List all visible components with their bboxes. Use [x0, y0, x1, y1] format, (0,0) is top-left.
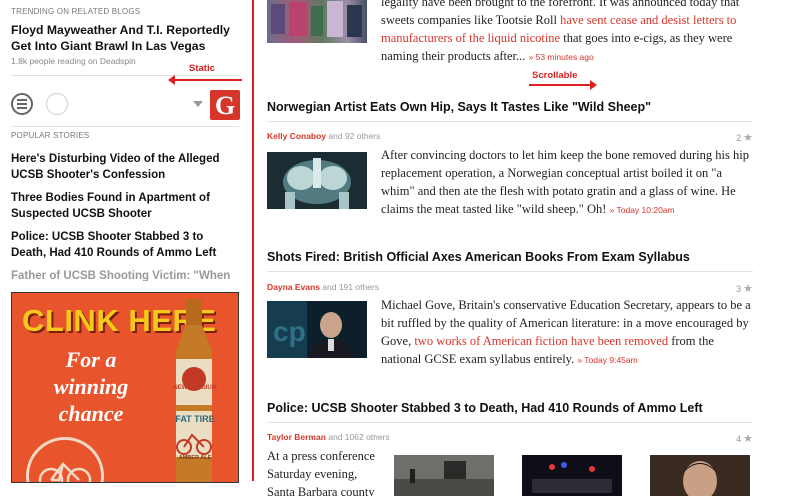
popular-stories-list: Here's Disturbing Video of the Alleged U…	[11, 151, 241, 288]
popular-story-link[interactable]: Father of UCSB Shooting Victim: "When Wi…	[11, 268, 241, 281]
star-icon[interactable]: ★	[743, 283, 753, 295]
ad-product: FAT TIRE	[175, 414, 215, 424]
story-headline[interactable]: Norwegian Artist Eats Own Hip, Says It T…	[267, 100, 651, 114]
story-thumbnail[interactable]	[650, 455, 750, 496]
gawker-logo[interactable]: G	[210, 90, 240, 120]
static-annotation: Static	[189, 63, 215, 74]
trending-label: TRENDING ON RELATED BLOGS	[11, 7, 141, 16]
trending-story-link[interactable]: Floyd Mayweather And T.I. Reportedly Get…	[11, 22, 239, 54]
ad-tagline: chance	[58, 401, 124, 426]
popular-story-link[interactable]: Here's Disturbing Video of the Alleged U…	[11, 151, 241, 183]
story-thumbnail[interactable]	[394, 455, 494, 496]
divider-line	[252, 0, 254, 481]
recommend-count-value: 3	[736, 284, 742, 294]
author-link[interactable]: Kelly Conaboy	[267, 131, 326, 141]
story-excerpt-text: After convincing doctors to let him keep…	[381, 148, 749, 216]
divider-line	[11, 126, 239, 127]
story-timestamp[interactable]: » Today 10:20am	[610, 205, 675, 215]
story-thumbnail[interactable]	[267, 0, 367, 43]
sidebar-toolbar: G	[11, 90, 241, 120]
right-arrow-icon	[529, 80, 597, 90]
story-excerpt: At a press conference Saturday evening, …	[267, 449, 375, 496]
advertisement[interactable]: CLINK HERE For a winning chance NEW BELG…	[11, 292, 239, 483]
byline-others: and 191 others	[319, 282, 379, 292]
story-thumbnail[interactable]	[522, 455, 622, 496]
story-inline-link[interactable]: two works of American fiction have been …	[414, 334, 668, 348]
popular-story-link[interactable]: Police: UCSB Shooter Stabbed 3 to Death,…	[11, 229, 241, 261]
ad-tagline: For a	[65, 347, 117, 372]
ad-brand: NEW BELGIUM	[173, 385, 217, 391]
menu-icon[interactable]	[11, 93, 33, 115]
story-excerpt: legality have been brought to the forefr…	[381, 0, 753, 66]
chevron-down-icon[interactable]	[193, 101, 203, 107]
divider-line	[267, 271, 753, 272]
story-headline[interactable]: Shots Fired: British Official Axes Ameri…	[267, 250, 690, 264]
story-timestamp[interactable]: » Today 9:45am	[577, 355, 637, 365]
sidebar: TRENDING ON RELATED BLOGS Floyd Mayweath…	[11, 0, 241, 496]
recommend-count[interactable]: 2 ★	[736, 131, 753, 144]
byline-others: and 92 others	[326, 131, 381, 141]
recommend-count[interactable]: 3 ★	[736, 282, 753, 295]
recommend-count[interactable]: 4 ★	[736, 432, 753, 445]
divider-line	[11, 75, 239, 76]
scrollable-annotation: Scrollable	[532, 70, 578, 81]
story-byline: Taylor Berman and 1062 others	[267, 432, 390, 442]
star-icon[interactable]: ★	[743, 132, 753, 144]
author-link[interactable]: Taylor Berman	[267, 432, 326, 442]
story-excerpt: Michael Gove, Britain's conservative Edu…	[381, 296, 753, 369]
story-thumbnail[interactable]	[267, 152, 367, 209]
ad-product-sub: AMBER ALE	[178, 455, 212, 461]
byline-others: and 1062 others	[325, 432, 390, 442]
story-byline: Kelly Conaboy and 92 others	[267, 131, 380, 141]
bicycle-badge-icon	[26, 437, 104, 482]
story-timestamp[interactable]: » 53 minutes ago	[529, 52, 594, 62]
author-link[interactable]: Dayna Evans	[267, 282, 320, 292]
star-icon[interactable]: ★	[743, 433, 753, 445]
story-thumbnail[interactable]: cp	[267, 301, 367, 358]
story-headline[interactable]: Police: UCSB Shooter Stabbed 3 to Death,…	[267, 401, 703, 415]
divider-line	[267, 422, 753, 423]
avatar[interactable]	[46, 93, 68, 115]
recommend-count-value: 2	[736, 133, 742, 143]
recommend-count-value: 4	[736, 434, 742, 444]
left-arrow-icon	[168, 75, 242, 85]
ad-tagline: winning	[53, 374, 129, 399]
divider-line	[267, 121, 753, 122]
svg-text:cp: cp	[273, 316, 306, 347]
story-excerpt: After convincing doctors to let him keep…	[381, 146, 753, 219]
popular-stories-label: POPULAR STORIES	[11, 131, 90, 140]
trending-meta: 1.8k people reading on Deadspin	[11, 56, 136, 66]
popular-story-link[interactable]: Three Bodies Found in Apartment of Suspe…	[11, 190, 241, 222]
story-byline: Dayna Evans and 191 others	[267, 282, 379, 292]
story-feed[interactable]: legality have been brought to the forefr…	[267, 0, 753, 496]
